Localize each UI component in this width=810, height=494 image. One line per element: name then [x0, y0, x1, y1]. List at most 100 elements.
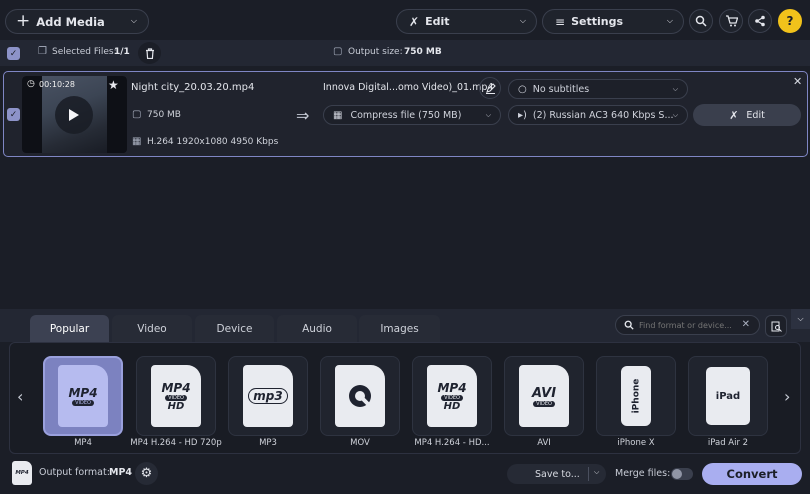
compress-select[interactable]: ▦ Compress file (750 MB) ⌵ — [323, 105, 501, 125]
search-file-icon — [771, 321, 782, 332]
format-icon-text: MP4 — [68, 386, 98, 400]
edit-dropdown-button[interactable]: ✗ Edit ⌵ — [396, 9, 537, 34]
file-edit-label: Edit — [746, 109, 765, 121]
rename-button[interactable] — [479, 77, 501, 99]
chevron-down-icon: ⌵ — [672, 111, 678, 119]
pencil-icon — [485, 82, 496, 94]
quicktime-doc-icon — [335, 365, 385, 427]
speech-bubble-icon: ○ — [518, 83, 527, 95]
files-icon: ❐ — [38, 46, 47, 57]
chevron-down-icon: ⌵ — [130, 16, 137, 25]
tab-popular[interactable]: Popular — [30, 315, 109, 342]
output-size-label: Output size: — [348, 47, 403, 57]
chevron-down-icon: ⌵ — [485, 111, 491, 119]
help-button[interactable]: ? — [778, 9, 802, 33]
tab-label: Images — [380, 322, 419, 335]
clear-search-icon[interactable]: ✕ — [742, 319, 750, 330]
format-icon-hd: HD — [443, 400, 461, 412]
cart-icon — [725, 15, 738, 27]
film-icon: ▦ — [132, 136, 142, 147]
format-search-field[interactable]: ✕ — [615, 315, 760, 335]
favorite-star-icon[interactable]: ★ — [108, 78, 119, 92]
settings-dropdown-button[interactable]: ≡ Settings ⌵ — [542, 9, 684, 34]
settings-label: Settings — [571, 15, 623, 28]
audio-track-value: (2) Russian AC3 640 Kbps S... — [532, 109, 674, 121]
video-duration: 00:10:28 — [39, 80, 75, 89]
quicktime-logo-icon — [349, 385, 371, 407]
selected-files-count: 1/1 — [114, 47, 130, 57]
format-label: MP4 H.264 - HD 720p — [130, 438, 222, 448]
trash-icon — [145, 47, 154, 59]
plus-icon: + — [16, 11, 31, 31]
add-media-button[interactable]: + Add Media ⌵ — [5, 9, 149, 34]
tab-images[interactable]: Images — [359, 315, 440, 342]
format-icon-subtext: VIDEO — [533, 400, 555, 407]
tab-label: Device — [216, 322, 253, 335]
merge-files-toggle[interactable] — [671, 468, 693, 480]
checkmark-icon: ✓ — [9, 48, 18, 59]
chevron-down-icon: ⌵ — [519, 16, 526, 25]
format-tile-mp4[interactable]: MP4 VIDEO — [43, 356, 123, 436]
subtitles-value: No subtitles — [532, 83, 590, 95]
search-icon — [695, 15, 707, 27]
play-button[interactable] — [55, 96, 93, 134]
cart-button[interactable] — [719, 9, 743, 33]
format-tile-mp4-hd-720p[interactable]: MP4 VIDEO HD — [136, 356, 216, 436]
toggle-knob — [672, 469, 682, 479]
output-format-icon-text: MP4 — [15, 470, 29, 476]
tools-icon: ✗ — [409, 14, 420, 29]
output-file-name: Innova Digital...omo Video)_01.mp4 — [323, 82, 494, 93]
subtitles-select[interactable]: ○ No subtitles ⌵ — [508, 79, 688, 99]
dropdown-divider — [588, 467, 589, 481]
tools-icon: ✗ — [729, 108, 739, 122]
file-checkbox[interactable]: ✓ — [7, 108, 20, 121]
format-label: AVI — [537, 438, 551, 448]
output-size-value: 750 MB — [404, 47, 442, 57]
format-tile-mp3[interactable]: mp3 — [228, 356, 308, 436]
scroll-left-icon[interactable]: ‹ — [17, 387, 23, 406]
convert-button[interactable]: Convert — [702, 463, 802, 485]
convert-label: Convert — [726, 467, 778, 481]
format-icon-text: AVI — [531, 385, 557, 401]
format-tile-mov[interactable] — [320, 356, 400, 436]
remove-file-icon[interactable]: ✕ — [793, 75, 802, 88]
search-button[interactable] — [689, 9, 713, 33]
help-icon: ? — [786, 14, 794, 28]
mp4-hd-doc-icon: MP4 VIDEO HD — [427, 365, 477, 427]
edit-label: Edit — [425, 15, 450, 28]
tab-device[interactable]: Device — [195, 315, 274, 342]
mp4-doc-icon: MP4 VIDEO — [58, 365, 108, 427]
select-all-checkbox[interactable]: ✓ — [7, 47, 20, 60]
format-tile-ipad-air-2[interactable]: iPad — [688, 356, 768, 436]
format-icon-text: MP4 — [437, 380, 467, 395]
scroll-right-icon[interactable]: › — [784, 387, 790, 406]
format-search-input[interactable] — [639, 320, 743, 330]
mp4-hd-doc-icon: MP4 VIDEO HD — [151, 365, 201, 427]
chevron-down-icon: ⌵ — [594, 468, 600, 476]
format-settings-button[interactable]: ⚙ — [135, 462, 158, 485]
compress-icon: ▦ — [333, 109, 343, 121]
format-tile-mp4-hd[interactable]: MP4 VIDEO HD — [412, 356, 492, 436]
tab-video[interactable]: Video — [112, 315, 192, 342]
checkmark-icon: ✓ — [9, 109, 18, 120]
output-format-label: Output format: — [39, 467, 110, 478]
tab-audio[interactable]: Audio — [277, 315, 357, 342]
format-browser-button[interactable] — [765, 315, 787, 337]
search-icon — [624, 320, 634, 330]
share-button[interactable] — [748, 9, 772, 33]
chevron-down-icon: ⌵ — [672, 85, 678, 93]
output-format-icon: MP4 — [12, 461, 32, 485]
format-tile-avi[interactable]: AVI VIDEO — [504, 356, 584, 436]
delete-button[interactable] — [138, 42, 161, 64]
save-to-dropdown[interactable]: Save to... ⌵ — [507, 464, 606, 484]
format-label: MP4 H.264 - HD... — [414, 438, 490, 448]
format-label: MOV — [350, 438, 370, 448]
format-icon-text: MP4 — [161, 380, 191, 395]
format-tile-iphone-x[interactable]: iPhone — [596, 356, 676, 436]
output-format-value: MP4 — [109, 467, 133, 478]
file-icon: ▢ — [132, 109, 142, 120]
file-edit-button[interactable]: ✗ Edit — [693, 104, 801, 126]
format-label: iPhone X — [617, 438, 655, 448]
collapse-panel-button[interactable]: ⌵ — [791, 309, 810, 329]
audio-track-select[interactable]: ▸) (2) Russian AC3 640 Kbps S... ⌵ — [508, 105, 688, 125]
